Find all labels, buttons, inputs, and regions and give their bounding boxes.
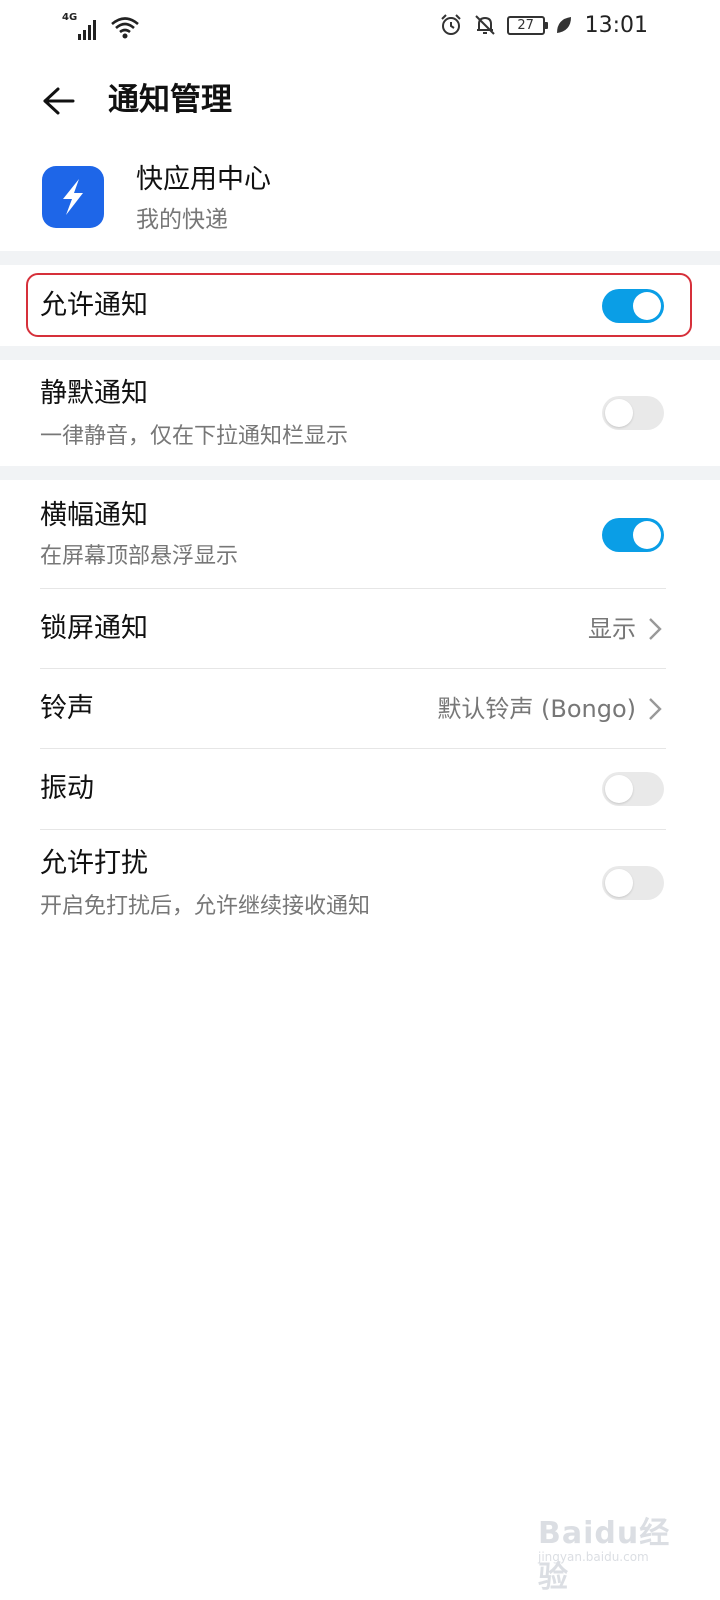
section-divider (0, 251, 720, 265)
clock: 13:01 (584, 12, 648, 38)
chevron-right-icon (649, 698, 662, 720)
lightning-app-icon (42, 166, 104, 228)
banner-notifications-desc: 在屏幕顶部悬浮显示 (40, 544, 239, 569)
status-bar: 4G 27 13:01 (0, 0, 720, 50)
section-divider (0, 466, 720, 480)
mute-icon (474, 15, 495, 35)
allow-dnd-label: 允许打扰 (40, 848, 148, 879)
status-left: 4G (62, 10, 140, 40)
vibration-row[interactable]: 振动 (0, 749, 720, 829)
silent-notifications-desc: 一律静音，仅在下拉通知栏显示 (40, 424, 349, 449)
allow-dnd-toggle[interactable] (602, 866, 664, 900)
notification-management-screen: 4G 27 13:01 通知管理 快应用中心 我的快递 允许通知 静默通知 一律… (0, 0, 720, 1600)
highlight-annotation (26, 273, 692, 337)
app-info: 快应用中心 我的快递 (0, 150, 720, 250)
banner-notifications-label: 横幅通知 (40, 500, 148, 531)
silent-notifications-label: 静默通知 (40, 378, 148, 409)
baidu-watermark: Baidu经验 jingyan.baidu.com (538, 1500, 678, 1595)
network-type: 4G (62, 12, 78, 23)
ringtone-value: 默认铃声 (Bongo) (437, 695, 636, 723)
ringtone-label: 铃声 (40, 693, 94, 724)
signal-icon (78, 18, 96, 40)
back-button[interactable] (34, 78, 84, 124)
banner-notifications-row[interactable]: 横幅通知 在屏幕顶部悬浮显示 (0, 480, 720, 588)
section-divider (0, 346, 720, 360)
lock-screen-value: 显示 (588, 615, 636, 643)
lock-screen-label: 锁屏通知 (40, 613, 148, 644)
battery-icon: 27 (506, 15, 548, 35)
wifi-icon (111, 17, 139, 39)
chevron-right-icon (649, 618, 662, 640)
watermark-url: jingyan.baidu.com (538, 1550, 649, 1564)
banner-notifications-toggle[interactable] (602, 518, 664, 552)
top-app-bar: 通知管理 (0, 60, 720, 140)
silent-notifications-row[interactable]: 静默通知 一律静音，仅在下拉通知栏显示 (0, 360, 720, 466)
allow-dnd-desc: 开启免打扰后，允许继续接收通知 (40, 894, 371, 919)
lock-screen-notifications-row[interactable]: 锁屏通知 显示 (0, 589, 720, 669)
app-name: 快应用中心 (136, 164, 271, 195)
leaf-icon (556, 17, 571, 33)
page-title: 通知管理 (108, 82, 232, 118)
status-right: 27 13:01 (439, 8, 648, 42)
vibration-toggle[interactable] (602, 772, 664, 806)
back-arrow-icon (43, 87, 75, 115)
allow-dnd-row[interactable]: 允许打扰 开启免打扰后，允许继续接收通知 (0, 830, 720, 936)
app-subtitle: 我的快递 (136, 207, 228, 233)
alarm-icon (440, 14, 461, 35)
silent-notifications-toggle[interactable] (602, 396, 664, 430)
vibration-label: 振动 (40, 773, 94, 804)
ringtone-row[interactable]: 铃声 默认铃声 (Bongo) (0, 669, 720, 749)
